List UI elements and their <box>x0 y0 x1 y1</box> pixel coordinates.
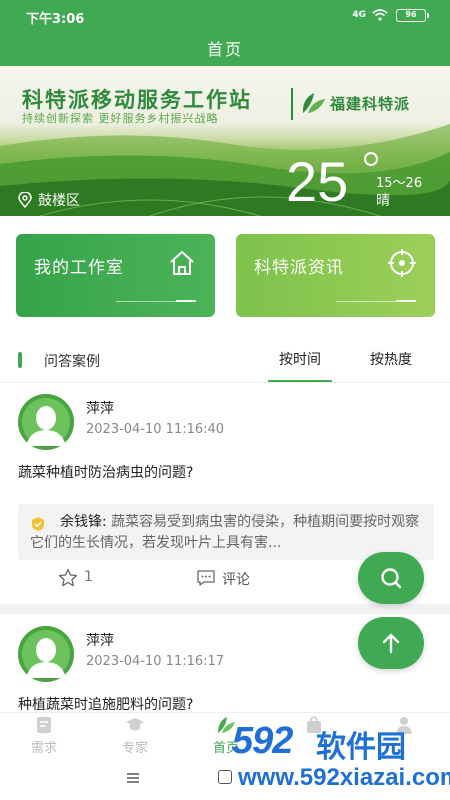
post-author: 萍萍 <box>86 633 114 649</box>
watermark-number: 592 <box>232 720 293 762</box>
star-icon[interactable] <box>58 568 78 588</box>
temperature: 25 <box>286 150 349 213</box>
default-user-icon <box>18 626 74 682</box>
comment-button[interactable]: 评论 <box>222 569 250 589</box>
avatar[interactable] <box>18 626 74 682</box>
status-time: 下午3:06 <box>26 12 85 27</box>
comment-icon[interactable] <box>196 569 216 587</box>
weather-condition: 晴 <box>376 193 390 209</box>
post-question[interactable]: 蔬菜种植时防治病虫的问题? <box>18 462 193 482</box>
arrow-up-icon <box>382 633 400 654</box>
page-title: 首页 <box>206 40 243 59</box>
search-fab-button[interactable] <box>358 552 424 604</box>
post-date: 2023-04-10 11:16:40 <box>86 422 225 437</box>
card-decoration <box>396 300 416 302</box>
reply-author: 余钱锋: <box>60 514 107 530</box>
tab-by-time[interactable]: 按时间 <box>268 338 332 382</box>
menu-icon[interactable] <box>126 772 140 784</box>
top-bar: 下午3:06 4G 96 首页 <box>0 0 450 66</box>
target-icon <box>388 249 416 277</box>
divider <box>0 382 450 383</box>
avatar[interactable] <box>18 394 74 450</box>
battery-icon: 96 <box>396 9 429 22</box>
section-accent-bar <box>18 352 22 368</box>
section-title: 问答案例 <box>44 354 100 370</box>
brand-name: 福建科特派 <box>330 94 411 113</box>
home-icon <box>170 251 194 275</box>
search-icon <box>381 568 402 589</box>
post-author: 萍萍 <box>86 401 114 417</box>
my-studio-label: 我的工作室 <box>34 258 124 278</box>
location-pin-icon <box>18 192 32 208</box>
expert-reply[interactable]: 余钱锋: 蔬菜容易受到病虫害的侵染，种植期间要按时观察它们的生长情况，若发现叶片… <box>18 504 434 560</box>
default-user-icon <box>18 394 74 450</box>
news-label: 科特派资讯 <box>254 258 344 278</box>
my-studio-card[interactable]: 我的工作室 <box>16 234 215 317</box>
card-decoration <box>176 300 196 302</box>
post-question[interactable]: 种植蔬菜时追施肥料的问题? <box>18 694 193 714</box>
temperature-range: 15～26 <box>376 176 423 191</box>
expert-icon <box>126 718 144 731</box>
reply-text-block: 余钱锋: 蔬菜容易受到病虫害的侵染，种植期间要按时观察它们的生长情况，若发现叶片… <box>30 512 428 554</box>
news-card[interactable]: 科特派资讯 <box>236 234 435 317</box>
location-name: 鼓楼区 <box>38 193 80 209</box>
tab-by-popularity[interactable]: 按热度 <box>360 338 422 382</box>
watermark-logo: 592 软件园 www.592xiazai.com <box>224 720 450 800</box>
watermark-name: 软件园 <box>316 730 406 765</box>
qa-section-header: 问答案例 按时间 按热度 <box>0 338 450 382</box>
wifi-icon <box>372 9 388 21</box>
back-to-top-button[interactable] <box>358 617 424 669</box>
location[interactable]: 鼓楼区 <box>18 190 80 210</box>
brand-logo: 福建科特派 <box>300 90 410 116</box>
card-decoration <box>336 301 396 302</box>
request-icon <box>37 717 51 733</box>
banner-subline: 持续创新探索 更好服务乡村振兴战略 <box>22 112 219 125</box>
like-count: 1 <box>84 569 93 585</box>
card-decoration <box>116 301 176 302</box>
signal-icon: 4G <box>352 10 366 20</box>
nav-item-expert[interactable]: 专家 <box>105 713 165 761</box>
nav-item-request[interactable]: 需求 <box>14 713 74 761</box>
leaf-logo-icon <box>302 93 325 113</box>
hero-banner[interactable]: 科特派移动服务工作站 持续创新探索 更好服务乡村振兴战略 福建科特派 鼓楼区 2… <box>0 66 450 216</box>
nav-label: 专家 <box>121 741 148 756</box>
nav-label: 需求 <box>30 741 57 756</box>
status-bar: 下午3:06 4G 96 <box>0 0 450 30</box>
post-date: 2023-04-10 11:16:17 <box>86 654 225 669</box>
banner-divider <box>291 88 293 120</box>
degree-icon <box>364 152 378 166</box>
section-gap <box>0 604 450 614</box>
watermark-url: www.592xiazai.com <box>238 764 450 791</box>
